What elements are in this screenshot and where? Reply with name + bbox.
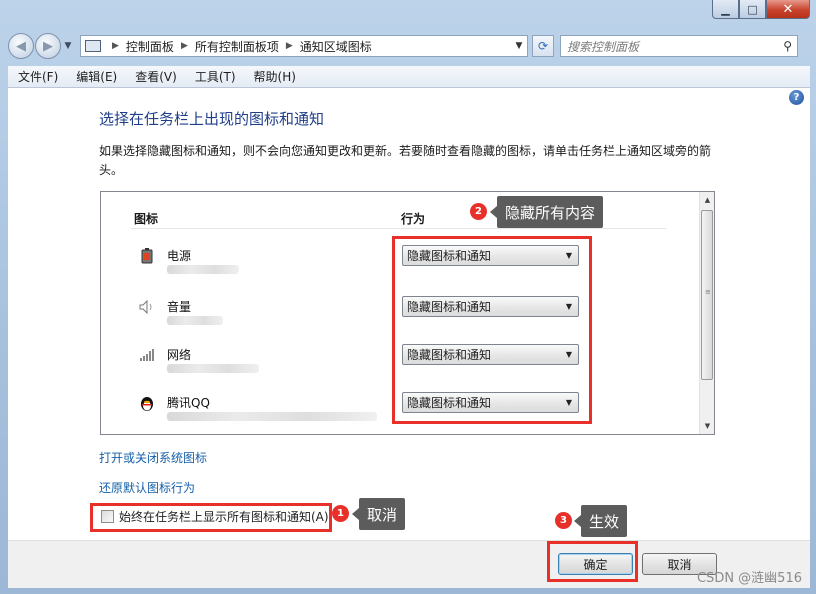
search-placeholder: 搜索控制面板 <box>567 39 640 54</box>
refresh-button[interactable]: ⟳ <box>532 35 554 57</box>
refresh-icon: ⟳ <box>537 39 549 53</box>
annotation-callout-1: 取消 <box>351 498 406 530</box>
minimize-button[interactable]: ▁ <box>712 0 739 19</box>
chevron-right-icon[interactable]: ▶ <box>181 41 188 51</box>
row-name: 网络 <box>167 348 192 362</box>
back-button[interactable]: ◀ <box>8 33 34 59</box>
row-name: 音量 <box>167 300 192 314</box>
annotation-callout-3: 生效 <box>573 505 628 537</box>
watermark: CSDN @涟幽516 <box>696 571 802 586</box>
annotation-box-2 <box>392 236 592 424</box>
help-icon[interactable]: ? <box>789 90 804 105</box>
menu-tools[interactable]: 工具(T) <box>185 68 244 85</box>
system-icons-link[interactable]: 打开或关闭系统图标 <box>99 449 207 466</box>
grip-icon: ≡ <box>705 288 711 296</box>
annotation-box-1 <box>90 503 332 532</box>
scroll-up-icon[interactable]: ▲ <box>700 192 715 208</box>
battery-icon <box>139 248 155 264</box>
forward-arrow-icon: ▶ <box>43 38 53 54</box>
search-input[interactable]: 搜索控制面板 ⚲ <box>560 35 798 57</box>
menu-edit[interactable]: 编辑(E) <box>66 68 125 85</box>
back-arrow-icon: ◀ <box>16 38 26 54</box>
blurred-text <box>167 412 377 421</box>
annotation-badge-3: 3 <box>555 512 572 529</box>
header-divider <box>131 228 666 229</box>
menu-help[interactable]: 帮助(H) <box>244 68 304 85</box>
page-title: 选择在任务栏上出现的图标和通知 <box>99 110 325 128</box>
blurred-text <box>167 364 259 373</box>
chevron-right-icon[interactable]: ▶ <box>286 41 293 51</box>
row-name: 电源 <box>167 249 192 263</box>
restore-default-link[interactable]: 还原默认图标行为 <box>99 479 195 496</box>
blurred-text <box>167 316 223 325</box>
scrollbar-thumb[interactable]: ≡ <box>701 210 713 380</box>
window-controls: ▁ □ ✕ <box>712 0 810 20</box>
dialog-footer: 确定 取消 <box>8 540 810 588</box>
breadcrumb-notification-icons[interactable]: 通知区域图标 <box>300 38 372 55</box>
blurred-text <box>167 265 239 274</box>
address-dropdown-icon[interactable]: ▼ <box>511 41 527 51</box>
column-header-icon: 图标 <box>134 212 159 226</box>
column-header-behavior: 行为 <box>401 212 426 226</box>
annotation-callout-2: 隐藏所有内容 <box>489 196 604 228</box>
breadcrumb-control-panel[interactable]: 控制面板 <box>126 38 174 55</box>
annotation-badge-1: 1 <box>332 505 349 522</box>
address-bar[interactable]: ▶ 控制面板 ▶ 所有控制面板项 ▶ 通知区域图标 ▼ <box>80 35 528 57</box>
row-name: 腾讯QQ <box>167 396 210 410</box>
menu-file[interactable]: 文件(F) <box>8 68 66 85</box>
computer-icon <box>85 40 101 52</box>
annotation-badge-2: 2 <box>470 203 487 220</box>
network-signal-icon <box>139 347 155 363</box>
recent-pages-dropdown[interactable]: ▼ <box>62 41 74 51</box>
window-frame: ▁ □ ✕ ◀ ▶ ▼ ▶ 控制面板 ▶ 所有控制面板项 ▶ 通知区域图标 ▼ … <box>0 0 816 594</box>
close-button[interactable]: ✕ <box>766 0 810 19</box>
speaker-icon <box>139 299 155 315</box>
search-icon[interactable]: ⚲ <box>783 39 792 53</box>
menu-bar: 文件(F) 编辑(E) 查看(V) 工具(T) 帮助(H) <box>8 66 810 88</box>
maximize-button[interactable]: □ <box>739 0 766 19</box>
breadcrumb-all-items[interactable]: 所有控制面板项 <box>195 38 279 55</box>
navigation-bar: ◀ ▶ ▼ ▶ 控制面板 ▶ 所有控制面板项 ▶ 通知区域图标 ▼ ⟳ 搜索控制… <box>8 30 810 62</box>
annotation-box-3 <box>547 541 638 582</box>
vertical-scrollbar[interactable]: ▲ ≡ ▼ <box>699 192 714 434</box>
page-description: 如果选择隐藏图标和通知，则不会向您通知更改和更新。若要随时查看隐藏的图标，请单击… <box>99 144 712 177</box>
scroll-down-icon[interactable]: ▼ <box>700 418 715 434</box>
chevron-right-icon[interactable]: ▶ <box>112 41 119 51</box>
qq-penguin-icon <box>139 395 155 411</box>
menu-view[interactable]: 查看(V) <box>125 68 185 85</box>
forward-button[interactable]: ▶ <box>35 33 61 59</box>
